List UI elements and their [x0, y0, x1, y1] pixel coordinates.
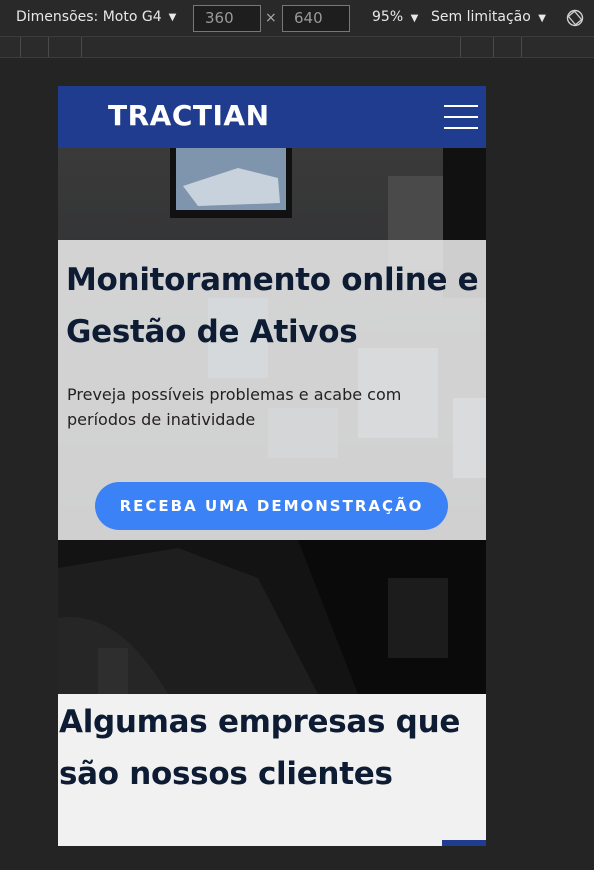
hero-section: Monitoramento online e Gestão de Ativos … — [58, 148, 486, 694]
throttle-select[interactable]: Sem limitação ▼ — [431, 9, 546, 25]
dimension-separator: × — [265, 10, 277, 26]
hero-overlay-panel: Monitoramento online e Gestão de Ativos … — [58, 240, 486, 540]
hero-subtitle: Preveja possíveis problemas e acabe com … — [67, 385, 402, 429]
clients-section-title: Algumas empresas que são nossos clientes — [59, 704, 461, 792]
hamburger-menu-icon[interactable] — [444, 105, 478, 129]
chevron-down-icon: ▼ — [168, 11, 177, 23]
throttle-label: Sem limitação — [431, 9, 531, 25]
media-query-segment[interactable] — [460, 37, 461, 57]
tractian-logo[interactable]: TRACTIAN — [108, 99, 270, 132]
menu-line — [444, 127, 478, 129]
height-input[interactable]: 640 — [282, 5, 350, 32]
request-demo-button[interactable]: RECEBA UMA DEMONSTRAÇÃO — [95, 482, 448, 530]
zoom-label: 95% — [372, 9, 404, 25]
media-query-segment[interactable] — [493, 37, 494, 57]
menu-line — [444, 105, 478, 107]
media-query-bar — [0, 36, 594, 58]
media-query-segment[interactable] — [20, 37, 21, 57]
device-viewport: TRACTIAN Monitoramento online e Gestão d… — [58, 86, 486, 846]
media-query-segment[interactable] — [521, 37, 522, 57]
menu-line — [444, 116, 478, 118]
chevron-down-icon: ▼ — [410, 13, 419, 24]
chevron-down-icon: ▼ — [538, 13, 546, 24]
width-input[interactable]: 360 — [193, 5, 261, 32]
hero-title: Monitoramento online e Gestão de Ativos — [66, 262, 479, 350]
media-query-segment[interactable] — [48, 37, 49, 57]
site-header: TRACTIAN — [58, 86, 486, 148]
devtools-device-toolbar: Dimensões: Moto G4 ▼ 360 × 640 95% ▼ Sem… — [0, 0, 594, 36]
device-label: Dimensões: Moto G4 — [16, 9, 162, 25]
device-select[interactable]: Dimensões: Moto G4 ▼ — [16, 9, 176, 25]
zoom-select[interactable]: 95% ▼ — [372, 9, 418, 25]
rotate-icon[interactable] — [566, 9, 584, 27]
partial-blue-element — [442, 840, 486, 846]
media-query-segment[interactable] — [81, 37, 82, 57]
